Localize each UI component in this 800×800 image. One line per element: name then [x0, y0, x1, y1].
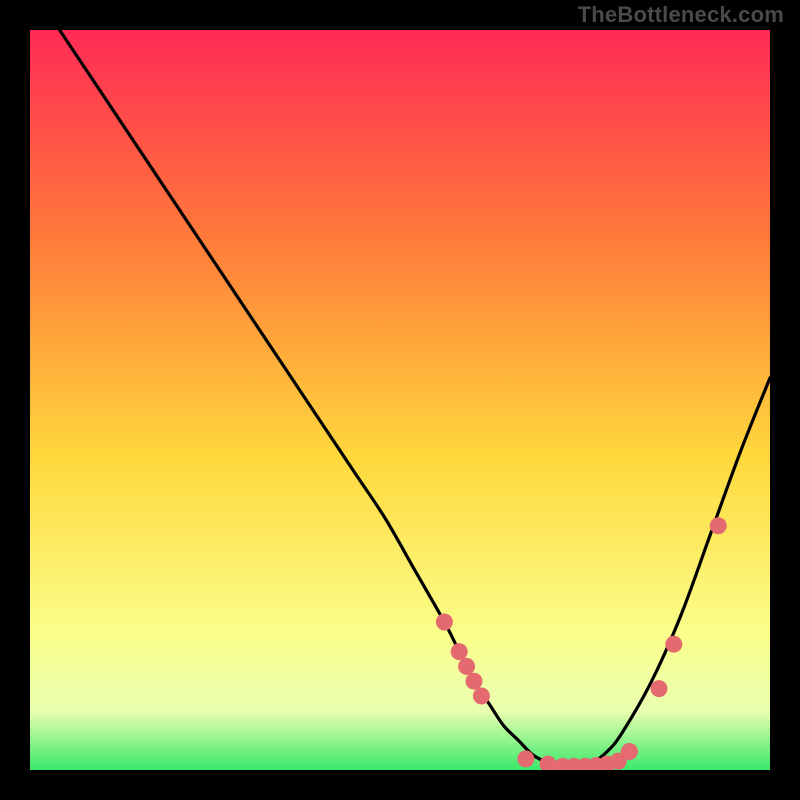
curve-marker [436, 614, 453, 631]
curve-marker [451, 643, 468, 660]
chart-frame: TheBottleneck.com [0, 0, 800, 800]
curve-marker [621, 743, 638, 760]
curve-marker [651, 680, 668, 697]
gradient-background [30, 30, 770, 770]
curve-marker [473, 688, 490, 705]
curve-marker [710, 517, 727, 534]
curve-marker [665, 636, 682, 653]
curve-marker [466, 673, 483, 690]
curve-marker [517, 750, 534, 767]
chart-svg [30, 30, 770, 770]
watermark-text: TheBottleneck.com [578, 2, 784, 28]
curve-marker [458, 658, 475, 675]
plot-area [30, 30, 770, 770]
